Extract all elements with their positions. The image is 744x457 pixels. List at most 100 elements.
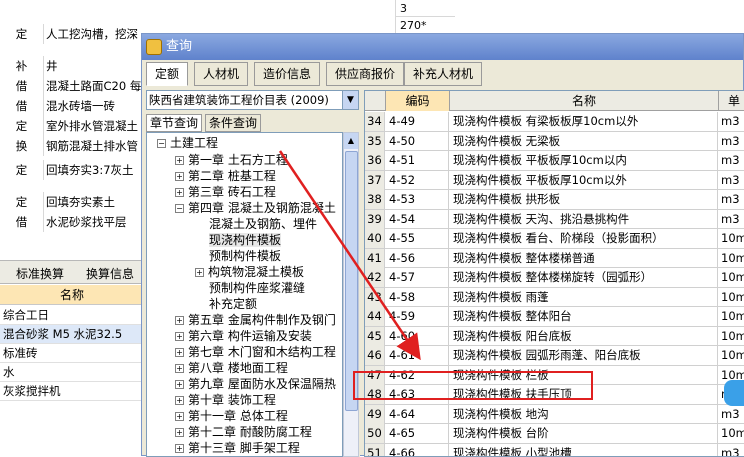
unit-cell: m3 <box>719 171 744 190</box>
table-row[interactable]: 374-52现浇构件模板 平板板厚10cm以外m3 <box>365 171 744 191</box>
bg-name: 钢筋混凝土排水管 <box>46 136 146 156</box>
expand-icon[interactable]: + <box>175 188 184 197</box>
expand-icon[interactable]: + <box>175 444 184 453</box>
tree-node[interactable]: +第三章 砖石工程 <box>175 184 276 201</box>
subtab-condition-query[interactable]: 条件查询 <box>205 114 261 132</box>
tree-node[interactable]: +第五章 金属构件制作及钢门 <box>175 312 336 329</box>
unit-cell: m3 <box>719 132 744 151</box>
name-cell: 现浇构件模板 拱形板 <box>450 190 718 209</box>
unit-cell: m3 <box>719 444 744 457</box>
collapse-icon[interactable]: − <box>157 139 166 148</box>
dialog-titlebar[interactable]: 查询 <box>142 34 743 60</box>
expand-icon[interactable]: + <box>175 412 184 421</box>
tab-standard-conversion[interactable]: 标准换算 <box>16 265 64 282</box>
code-cell: 4-66 <box>386 444 449 457</box>
bg-cell: 270* <box>395 17 455 34</box>
list-item[interactable]: 混合砂浆 M5 水泥32.5 <box>0 325 144 344</box>
code-cell: 4-56 <box>386 249 449 268</box>
tree-node[interactable]: +第十一章 总体工程 <box>175 408 288 425</box>
row-number: 43 <box>365 288 385 307</box>
expand-icon[interactable]: + <box>175 380 184 389</box>
code-cell: 4-52 <box>386 171 449 190</box>
header-rownum <box>365 91 386 111</box>
tab-labor-material-machine[interactable]: 人材机 <box>194 62 248 86</box>
header-code[interactable]: 编码 <box>386 91 450 111</box>
tree-node[interactable]: +第十二章 耐酸防腐工程 <box>175 424 312 441</box>
table-row[interactable]: 394-54现浇构件模板 天沟、挑沿悬挑构件m3 <box>365 210 744 230</box>
tree-scrollbar[interactable]: ▲ <box>343 132 359 457</box>
tree-node[interactable]: +第八章 楼地面工程 <box>175 360 288 377</box>
list-item[interactable]: 标准砖 <box>0 344 144 363</box>
list-item[interactable]: 综合工日 <box>0 306 144 325</box>
list-item[interactable]: 灰浆搅拌机 <box>0 382 144 401</box>
bg-name: 井 <box>46 56 146 76</box>
bg-type: 借 <box>0 96 44 116</box>
tab-supplement-material[interactable]: 补充人材机 <box>404 62 482 86</box>
expand-icon[interactable]: + <box>175 428 184 437</box>
tree-node[interactable]: +第六章 构件运输及安装 <box>175 328 312 345</box>
expand-icon[interactable]: + <box>175 316 184 325</box>
chevron-down-icon[interactable]: ▼ <box>342 91 358 109</box>
expand-icon[interactable]: + <box>175 332 184 341</box>
code-cell: 4-54 <box>386 210 449 229</box>
tab-conversion-info[interactable]: 换算信息 <box>86 265 134 282</box>
code-cell: 4-59 <box>386 307 449 326</box>
tree-node-selected[interactable]: 现浇构件模板 <box>209 232 281 249</box>
name-cell: 现浇构件模板 整体楼梯旋转（园弧形） <box>450 268 718 287</box>
library-select[interactable]: 陕西省建筑装饰工程价目表 (2009) ▼ <box>146 90 359 110</box>
table-row[interactable]: 444-59现浇构件模板 整体阳台10m2 <box>365 307 744 327</box>
tree-node[interactable]: +第十章 装饰工程 <box>175 392 276 409</box>
subtab-chapter-query[interactable]: 章节查询 <box>146 114 202 132</box>
table-row[interactable]: 424-57现浇构件模板 整体楼梯旋转（园弧形）10m2 <box>365 268 744 288</box>
scroll-up-icon[interactable]: ▲ <box>344 133 358 149</box>
tree-node[interactable]: +第十三章 脚手架工程 <box>175 440 300 457</box>
tab-cost-info[interactable]: 造价信息 <box>254 62 320 86</box>
tree-node[interactable]: +第二章 桩基工程 <box>175 168 276 185</box>
expand-icon[interactable]: + <box>175 364 184 373</box>
tree-node[interactable]: −第四章 混凝土及钢筋混凝土 <box>175 200 336 217</box>
row-number: 35 <box>365 132 385 151</box>
code-cell: 4-60 <box>386 327 449 346</box>
table-row[interactable]: 344-49现浇构件模板 有梁板板厚10cm以外m3 <box>365 112 744 132</box>
tree-node[interactable]: +第七章 木门窗和木结构工程 <box>175 344 336 361</box>
tab-supplier-quote[interactable]: 供应商报价 <box>326 62 404 86</box>
bg-name: 回填夯实3:7灰土 <box>46 160 146 180</box>
tree-node[interactable]: 预制构件座浆灌缝 <box>209 280 305 297</box>
unit-cell: 10m2 <box>719 268 744 287</box>
code-cell: 4-64 <box>386 405 449 424</box>
table-row[interactable]: 464-61现浇构件模板 园弧形雨蓬、阳台底板10m2 <box>365 346 744 366</box>
list-item[interactable]: 水 <box>0 363 144 382</box>
table-row[interactable]: 414-56现浇构件模板 整体楼梯普通10m2 <box>365 249 744 269</box>
floating-tool-icon[interactable] <box>724 380 744 406</box>
tree-node[interactable]: 补充定额 <box>209 296 257 313</box>
table-row[interactable]: 494-64现浇构件模板 地沟m3 <box>365 405 744 425</box>
tree-node[interactable]: +构筑物混凝土模板 <box>195 264 304 281</box>
expand-icon[interactable]: + <box>175 156 184 165</box>
unit-cell: 10m2 <box>719 249 744 268</box>
tree-node[interactable]: 预制构件模板 <box>209 248 281 265</box>
tree-node[interactable]: +第九章 屋面防水及保温隔热 <box>175 376 336 393</box>
table-row[interactable]: 434-58现浇构件模板 雨蓬10m2 <box>365 288 744 308</box>
tab-quota[interactable]: 定额 <box>146 62 188 86</box>
header-unit[interactable]: 单 <box>719 91 744 111</box>
tree-node[interactable]: 混凝土及钢筋、埋件 <box>209 216 317 233</box>
table-row[interactable]: 354-50现浇构件模板 无梁板m3 <box>365 132 744 152</box>
tree-node[interactable]: −土建工程 <box>157 135 218 152</box>
tree-node[interactable]: +第一章 土石方工程 <box>175 152 288 169</box>
header-name[interactable]: 名称 <box>450 91 719 111</box>
name-cell: 现浇构件模板 整体楼梯普通 <box>450 249 718 268</box>
expand-icon[interactable]: + <box>175 348 184 357</box>
table-row[interactable]: 364-51现浇构件模板 平板板厚10cm以内m3 <box>365 151 744 171</box>
expand-icon[interactable]: + <box>195 268 204 277</box>
expand-icon[interactable]: + <box>175 172 184 181</box>
collapse-icon[interactable]: − <box>175 204 184 213</box>
table-row[interactable]: 504-65现浇构件模板 台阶10m2 <box>365 424 744 444</box>
table-row[interactable]: 404-55现浇构件模板 看台、阶梯段（投影面积）10m2 <box>365 229 744 249</box>
table-row[interactable]: 384-53现浇构件模板 拱形板m3 <box>365 190 744 210</box>
app-icon <box>146 39 162 55</box>
table-row[interactable]: 454-60现浇构件模板 阳台底板10m2 <box>365 327 744 347</box>
name-cell: 现浇构件模板 平板板厚10cm以内 <box>450 151 718 170</box>
expand-icon[interactable]: + <box>175 396 184 405</box>
bg-type: 定 <box>0 116 44 136</box>
table-row[interactable]: 514-66现浇构件模板 小型池槽m3 <box>365 444 744 457</box>
